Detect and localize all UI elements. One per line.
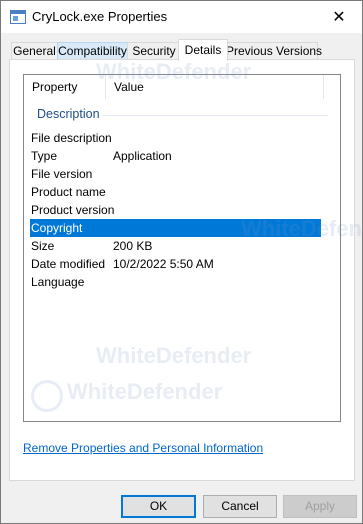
- tab-previous-versions[interactable]: Previous Versions: [225, 42, 322, 60]
- property-name: Size: [31, 239, 55, 253]
- column-divider[interactable]: [105, 75, 106, 99]
- list-item[interactable]: File version: [30, 165, 321, 183]
- window-title: CryLock.exe Properties: [32, 9, 168, 24]
- properties-window: CryLock.exe Properties ✕ General Compati…: [0, 0, 363, 524]
- list-item[interactable]: Language: [30, 273, 321, 291]
- property-name: Copyright: [31, 221, 83, 235]
- property-value: 200 KB: [113, 239, 153, 253]
- tab-security[interactable]: Security: [127, 42, 181, 60]
- group-divider: [102, 115, 328, 116]
- apply-button[interactable]: Apply: [283, 495, 357, 518]
- ok-button[interactable]: OK: [121, 495, 196, 518]
- column-header-property[interactable]: Property: [32, 80, 77, 94]
- property-name: Product name: [31, 185, 106, 199]
- tab-details[interactable]: Details: [178, 39, 228, 61]
- property-value: 10/2/2022 5:50 AM: [113, 257, 214, 271]
- cancel-button[interactable]: Cancel: [203, 495, 277, 518]
- list-header: Property Value: [24, 75, 324, 99]
- remove-properties-link[interactable]: Remove Properties and Personal Informati…: [23, 441, 263, 455]
- list-item[interactable]: Size 200 KB: [30, 237, 321, 255]
- property-name: File version: [31, 167, 93, 181]
- close-button[interactable]: ✕: [316, 1, 362, 33]
- title-bar[interactable]: CryLock.exe Properties ✕: [1, 1, 362, 33]
- list-item[interactable]: Date modified 10/2/2022 5:50 AM: [30, 255, 321, 273]
- tab-compatibility[interactable]: Compatibility: [57, 42, 128, 60]
- list-item[interactable]: Product version: [30, 201, 321, 219]
- property-name: File description: [31, 131, 112, 145]
- property-value: Application: [113, 149, 172, 163]
- list-item[interactable]: Type Application: [30, 147, 321, 165]
- list-item[interactable]: File description: [30, 129, 321, 147]
- details-panel: Property Value Description File descript…: [9, 59, 355, 481]
- list-item[interactable]: Product name: [30, 183, 321, 201]
- property-name: Date modified: [31, 257, 106, 271]
- details-list[interactable]: Property Value Description File descript…: [23, 74, 341, 422]
- app-window-icon: [10, 10, 26, 24]
- column-divider[interactable]: [323, 75, 324, 99]
- group-header-description: Description: [37, 107, 100, 121]
- property-name: Language: [31, 275, 85, 289]
- column-header-value[interactable]: Value: [114, 80, 144, 94]
- list-item-selected[interactable]: Copyright: [30, 219, 321, 237]
- property-name: Type: [31, 149, 58, 163]
- property-name: Product version: [31, 203, 115, 217]
- tab-general[interactable]: General: [11, 42, 58, 60]
